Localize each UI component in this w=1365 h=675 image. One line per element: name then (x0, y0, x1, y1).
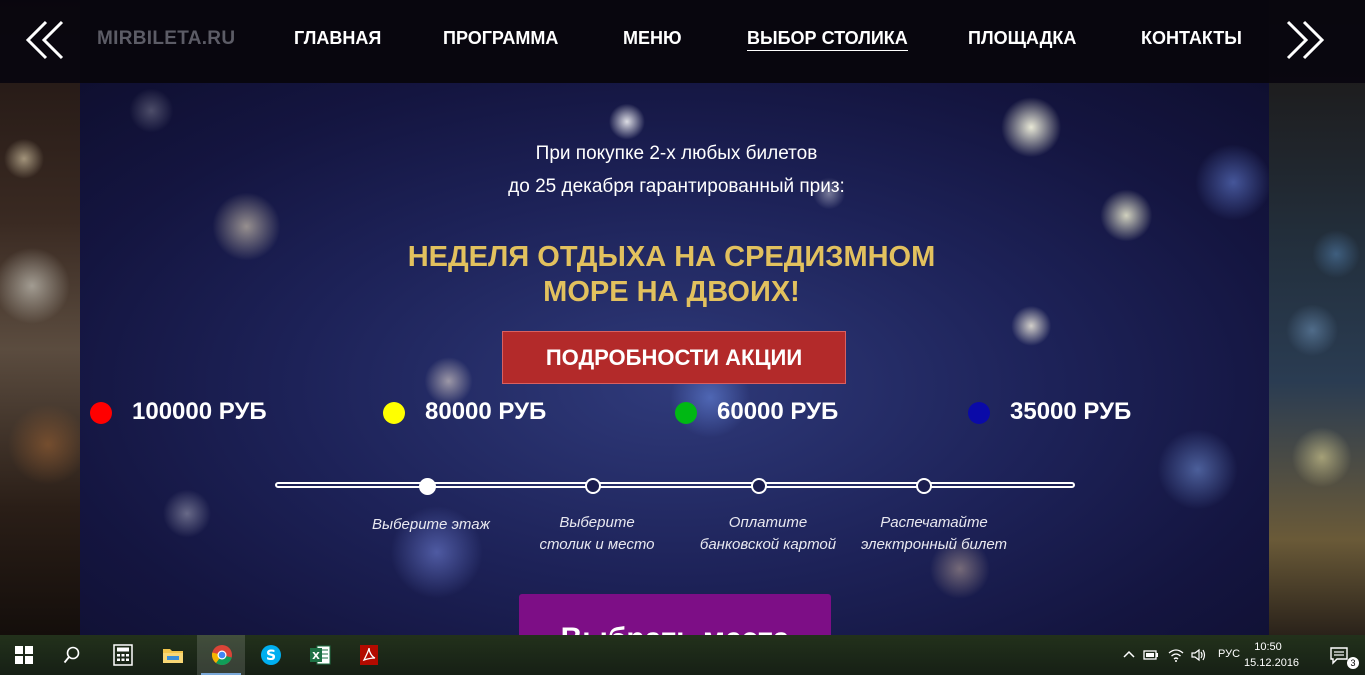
nav-item-venue[interactable]: ПЛОЩАДКА (968, 28, 1076, 49)
step-2-node[interactable] (585, 478, 601, 494)
step-1-label: Выберите этаж (351, 514, 511, 536)
input-language-indicator[interactable]: РУС (1218, 648, 1240, 660)
wifi-icon[interactable] (1168, 647, 1184, 663)
step-4-label-line-2: электронный билет (860, 536, 1008, 553)
price-dot-green (675, 402, 697, 424)
skype-icon[interactable]: S (246, 635, 294, 675)
step-1-label-line-1: Выберите этаж (372, 516, 490, 533)
promo-details-button[interactable]: ПОДРОБНОСТИ АКЦИИ (502, 331, 846, 384)
promo-text-line-1: При покупке 2-х любых билетов (535, 143, 818, 164)
double-chevron-left-icon[interactable] (24, 18, 68, 62)
folder-icon[interactable] (148, 635, 196, 675)
step-2-label-line-2: столик и место (539, 536, 655, 553)
price-dot-blue (968, 402, 990, 424)
calculator-icon[interactable] (99, 635, 147, 675)
price-label: 100000 РУБ (132, 398, 267, 425)
double-chevron-right-icon[interactable] (1282, 18, 1326, 62)
chevron-up-icon[interactable] (1121, 647, 1137, 663)
clock-time: 10:50 (1254, 641, 1282, 653)
volume-icon[interactable] (1190, 647, 1206, 663)
left-background-photo (0, 0, 80, 635)
notification-count-badge: 3 (1347, 657, 1359, 669)
nav-item-contacts[interactable]: КОНТАКТЫ (1141, 28, 1242, 49)
price-dot-yellow (383, 402, 405, 424)
promo-text-line-2: до 25 декабря гарантированный приз: (508, 176, 845, 197)
taskbar-clock[interactable]: 10:50 15.12.2016 (1244, 639, 1300, 671)
right-background-photo (1269, 0, 1365, 635)
nav-item-table-selection[interactable]: ВЫБОР СТОЛИКА (747, 28, 908, 51)
windows-taskbar: S X РУС 10:50 15.12.2016 3 (0, 635, 1365, 675)
nav-item-menu[interactable]: МЕНЮ (623, 28, 682, 49)
step-3-label: Оплатите банковской картой (683, 512, 853, 556)
nav-item-home[interactable]: ГЛАВНАЯ (294, 28, 381, 49)
search-icon[interactable] (48, 635, 96, 675)
pdf-icon[interactable] (344, 635, 392, 675)
promo-headline-line-1: НЕДЕЛЯ ОТДЫХА НА СРЕДИЗМНОМ (407, 241, 936, 273)
step-4-node[interactable] (916, 478, 932, 494)
price-dot-red (90, 402, 112, 424)
step-2-label: Выберите столик и место (517, 512, 677, 556)
price-label: 35000 РУБ (1010, 398, 1132, 425)
price-label: 60000 РУБ (717, 398, 839, 425)
windows-start-icon[interactable] (0, 635, 48, 675)
choose-seats-button-label: Выбрать места (519, 622, 831, 635)
battery-icon[interactable] (1143, 647, 1159, 663)
chrome-icon[interactable] (197, 635, 245, 675)
nav-item-program[interactable]: ПРОГРАММА (443, 28, 558, 49)
excel-icon[interactable]: X (295, 635, 343, 675)
step-3-label-line-1: Оплатите (728, 514, 808, 531)
choose-seats-button[interactable]: Выбрать места (519, 594, 831, 635)
booking-steps-track (275, 482, 1075, 488)
step-2-label-line-1: Выберите (559, 514, 635, 531)
step-3-node[interactable] (751, 478, 767, 494)
svg-text:S: S (266, 648, 276, 664)
notification-center-icon[interactable]: 3 (1317, 635, 1365, 675)
site-logo[interactable]: MIRBILETA.RU (97, 28, 235, 50)
promo-headline-line-2: МОРЕ НА ДВОИХ! (543, 276, 800, 308)
top-navigation-bar: MIRBILETA.RU ГЛАВНАЯ ПРОГРАММА МЕНЮ ВЫБО… (0, 0, 1365, 83)
step-4-label: Распечатайте электронный билет (849, 512, 1019, 556)
svg-text:X: X (312, 651, 320, 662)
step-1-node[interactable] (419, 478, 436, 495)
step-3-label-line-2: банковской картой (699, 536, 837, 553)
clock-date: 15.12.2016 (1244, 657, 1300, 669)
step-4-label-line-1: Распечатайте (880, 514, 988, 531)
price-label: 80000 РУБ (425, 398, 547, 425)
